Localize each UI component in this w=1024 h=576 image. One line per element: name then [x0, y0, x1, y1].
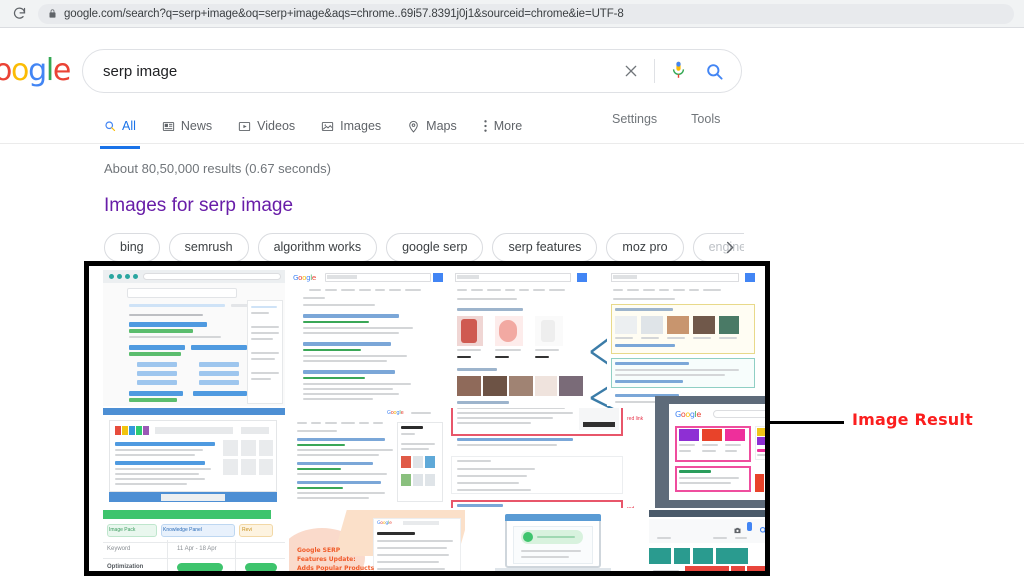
lock-icon: [48, 8, 57, 19]
promo-title-line1: Google SERP: [297, 547, 341, 554]
list-item[interactable]: Google: [289, 270, 447, 406]
list-item[interactable]: Google: [655, 396, 765, 508]
nav-divider: [0, 143, 1024, 144]
chip-google-serp[interactable]: google serp: [386, 232, 484, 262]
video-icon: [238, 120, 251, 133]
search-nav-actions: Settings Tools: [612, 112, 720, 126]
tab-videos[interactable]: Videos: [238, 112, 295, 140]
browser-toolbar: google.com/search?q=serp+image&oq=serp+i…: [0, 0, 1024, 27]
list-item[interactable]: [103, 408, 285, 508]
news-icon: [162, 120, 175, 133]
search-bar[interactable]: serp image: [82, 49, 742, 93]
address-bar[interactable]: google.com/search?q=serp+image&oq=serp+i…: [38, 3, 1014, 24]
camera-icon: [733, 522, 742, 534]
tab-more[interactable]: More: [483, 112, 522, 140]
chip-moz-pro[interactable]: moz pro: [606, 232, 684, 262]
tab-label: News: [180, 119, 213, 133]
search-icon[interactable]: [695, 54, 733, 88]
google-logo[interactable]: Google: [0, 53, 71, 88]
badge-reviews: Revi: [242, 527, 253, 533]
list-item[interactable]: [607, 270, 759, 406]
list-item[interactable]: Image Pack Knowledge Panel Revi Keyword …: [103, 510, 285, 571]
logo-letter: o: [11, 53, 29, 88]
search-input[interactable]: serp image: [103, 63, 614, 80]
tab-all[interactable]: All: [100, 112, 140, 149]
table-row-optimization: Optimization: [107, 564, 144, 570]
image-icon: [321, 120, 334, 133]
list-item[interactable]: [103, 270, 285, 406]
active-tab-underline: [100, 146, 140, 149]
close-icon[interactable]: [614, 54, 648, 88]
url-text: google.com/search?q=serp+image&oq=serp+i…: [64, 7, 624, 20]
promo-title-line3: Adds Popular Products: [297, 565, 375, 572]
microphone-icon[interactable]: [661, 54, 695, 88]
image-results-pack[interactable]: Image Pack Knowledge Panel Revi Keyword …: [84, 261, 770, 576]
search-divider: [654, 59, 655, 83]
badge-image-pack: Image Pack: [109, 527, 136, 533]
logo-letter: e: [52, 53, 71, 88]
callout-leader-line: [770, 421, 844, 424]
badge-knowledge-panel: Knowledge Panel: [163, 527, 202, 533]
tab-news[interactable]: News: [162, 112, 212, 140]
search-icon: [759, 522, 765, 533]
tab-label: All: [122, 119, 136, 133]
chip-serp-features[interactable]: serp features: [492, 232, 598, 262]
image-thumbnail-grid: Image Pack Knowledge Panel Revi Keyword …: [89, 266, 765, 571]
more-icon: [483, 119, 488, 133]
settings-button[interactable]: Settings: [612, 112, 657, 126]
logo-letter: l: [45, 53, 54, 88]
chip-bing[interactable]: bing: [104, 232, 160, 262]
list-item[interactable]: [649, 510, 765, 571]
table-col-dates: 11 Apr - 18 Apr: [177, 546, 217, 552]
list-item[interactable]: red link red link red organic: [451, 408, 651, 508]
tab-maps[interactable]: Maps: [407, 112, 457, 140]
list-item[interactable]: [451, 270, 603, 406]
list-item[interactable]: Google Google SERP Features Update: Adds…: [289, 510, 465, 572]
logo-letter: g: [28, 53, 47, 88]
promo-title-line2: Features Update:: [297, 556, 356, 563]
tab-images[interactable]: Images: [321, 112, 381, 140]
tab-label: Videos: [257, 119, 296, 133]
chip-semrush[interactable]: semrush: [168, 232, 249, 262]
search-icon: [104, 120, 116, 132]
related-chips: bing semrush algorithm works google serp…: [104, 232, 744, 262]
list-item[interactable]: Google: [289, 408, 447, 508]
tab-label: More: [493, 119, 523, 133]
tab-label: Maps: [426, 119, 457, 133]
annotation-red-organic: red organic: [627, 506, 651, 508]
tab-label: Images: [340, 119, 382, 133]
annotation-red-link-2: red link: [627, 416, 644, 422]
page-root: google.com/search?q=serp+image&oq=serp+i…: [0, 0, 1024, 576]
toolbar-divider: [0, 27, 1024, 28]
chip-algorithm-works[interactable]: algorithm works: [257, 232, 378, 262]
result-stats: About 80,50,000 results (0.67 seconds): [104, 161, 331, 176]
chevron-right-icon[interactable]: [718, 236, 740, 258]
reload-icon[interactable]: [8, 3, 30, 25]
table-col-keyword: Keyword: [107, 546, 131, 552]
list-item[interactable]: [469, 510, 645, 571]
callout-label: Image Result: [852, 410, 973, 429]
pin-icon: [407, 120, 420, 133]
images-section-heading[interactable]: Images for serp image: [104, 195, 293, 217]
logo-letter: o: [0, 53, 12, 88]
tools-button[interactable]: Tools: [691, 112, 720, 126]
